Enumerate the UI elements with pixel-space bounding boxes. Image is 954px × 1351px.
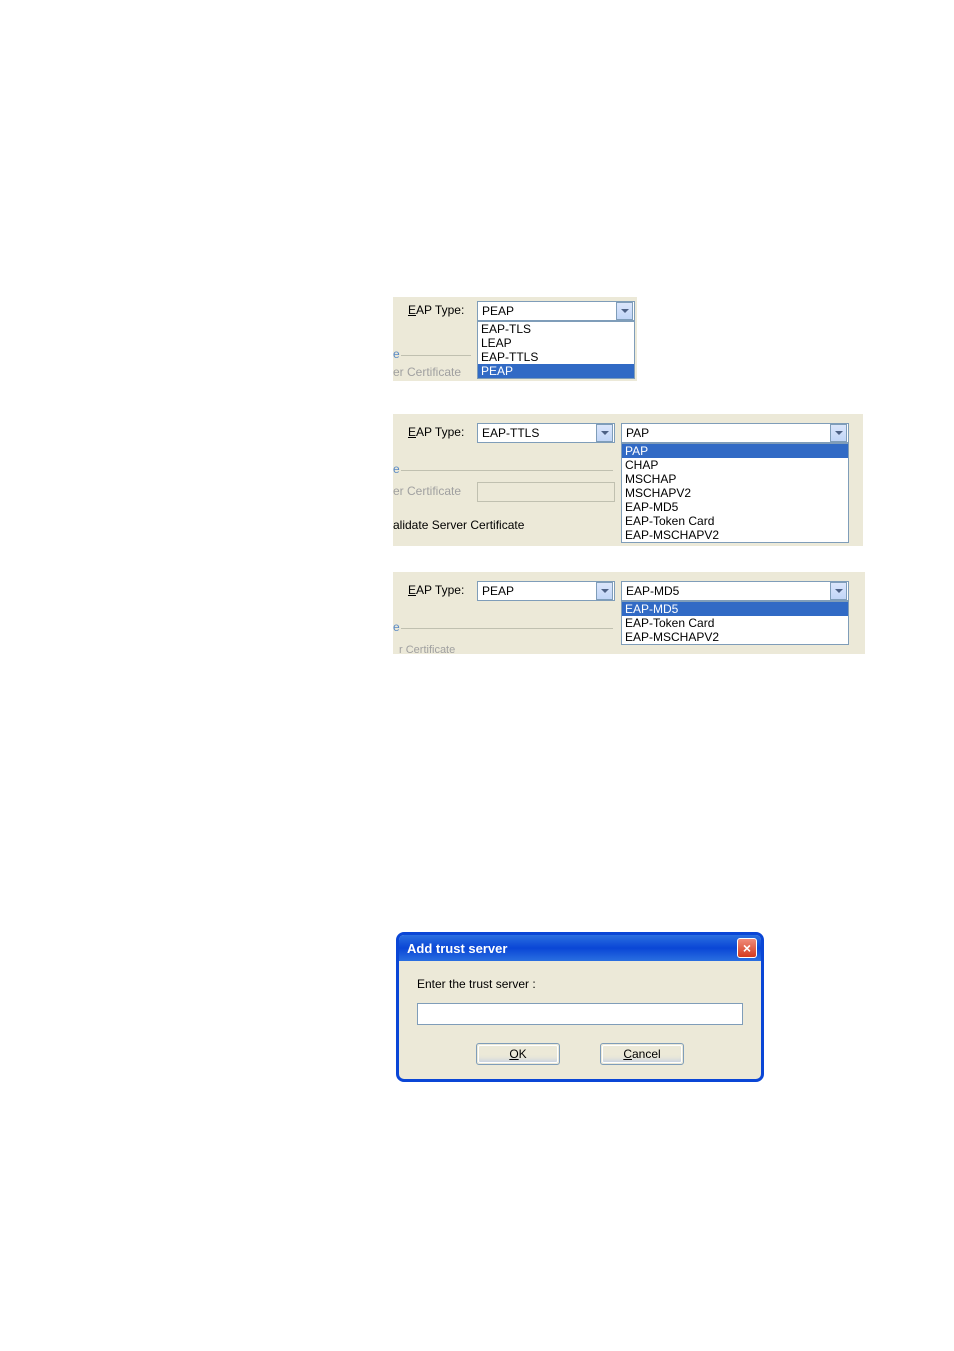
dropdown-button[interactable] <box>830 582 847 600</box>
list-item[interactable]: EAP-MD5 <box>622 500 848 514</box>
dropdown-button[interactable] <box>830 424 847 442</box>
eap-type-value: PEAP <box>482 584 514 598</box>
dialog-prompt: Enter the trust server : <box>417 977 743 991</box>
fragment-text: r Certificate <box>399 644 455 656</box>
list-item[interactable]: EAP-MSCHAPV2 <box>622 630 848 644</box>
list-item[interactable]: LEAP <box>478 336 634 350</box>
row-eap-type: EAP Type: <box>408 303 470 317</box>
fragment-text: e <box>393 462 400 476</box>
fragment-text: e <box>393 347 400 361</box>
list-item-selected[interactable]: EAP-MD5 <box>622 602 848 616</box>
trust-server-input[interactable] <box>417 1003 743 1025</box>
fragment-text: er Certificate <box>393 365 461 379</box>
dropdown-button[interactable] <box>596 424 613 442</box>
inner-auth-list[interactable]: PAP CHAP MSCHAP MSCHAPV2 EAP-MD5 EAP-Tok… <box>621 443 849 543</box>
chevron-down-icon <box>835 589 843 593</box>
dialog-titlebar[interactable]: Add trust server × <box>399 935 761 961</box>
close-icon: × <box>743 941 751 955</box>
eap-type-list[interactable]: EAP-TLS LEAP EAP-TTLS PEAP <box>477 321 635 379</box>
list-item-selected[interactable]: PAP <box>622 444 848 458</box>
list-item[interactable]: EAP-Token Card <box>622 514 848 528</box>
list-item[interactable]: EAP-Token Card <box>622 616 848 630</box>
cancel-button[interactable]: Cancel <box>600 1043 684 1065</box>
inner-auth-value: EAP-MD5 <box>626 584 679 598</box>
fragment-text: er Certificate <box>393 484 461 498</box>
certificate-field <box>477 482 615 502</box>
chevron-down-icon <box>835 431 843 435</box>
eap-type-combo[interactable]: EAP-TTLS <box>477 423 615 443</box>
add-trust-server-dialog: Add trust server × Enter the trust serve… <box>396 932 764 1082</box>
divider <box>401 470 613 471</box>
inner-auth-combo[interactable]: PAP <box>621 423 849 443</box>
eap-type-combo[interactable]: PEAP <box>477 301 635 321</box>
list-item[interactable]: MSCHAP <box>622 472 848 486</box>
eap-type-value: EAP-TTLS <box>482 426 539 440</box>
divider <box>401 628 613 629</box>
list-item-selected[interactable]: PEAP <box>478 364 634 378</box>
panel-eap-peap-md5: EAP Type: PEAP EAP-MD5 EAP-MD5 EAP-Token… <box>393 572 865 654</box>
row-eap-type: EAP Type: <box>408 425 470 439</box>
list-item[interactable]: MSCHAPV2 <box>622 486 848 500</box>
eap-type-value: PEAP <box>482 304 514 318</box>
dropdown-button[interactable] <box>596 582 613 600</box>
panel-eap-peap: EAP Type: PEAP EAP-TLS LEAP EAP-TTLS PEA… <box>393 297 637 381</box>
dialog-body: Enter the trust server : OK Cancel <box>399 961 761 1079</box>
close-button[interactable]: × <box>737 938 757 958</box>
inner-auth-combo[interactable]: EAP-MD5 <box>621 581 849 601</box>
validate-cert-label: alidate Server Certificate <box>393 518 524 532</box>
row-eap-type: EAP Type: <box>408 583 470 597</box>
chevron-down-icon <box>601 589 609 593</box>
list-item[interactable]: EAP-TTLS <box>478 350 634 364</box>
dialog-title: Add trust server <box>407 941 507 956</box>
dialog-button-row: OK Cancel <box>417 1043 743 1065</box>
chevron-down-icon <box>601 431 609 435</box>
list-item[interactable]: EAP-TLS <box>478 322 634 336</box>
ok-button[interactable]: OK <box>476 1043 560 1065</box>
label-eap-type: EAP Type: <box>408 425 470 439</box>
list-item[interactable]: EAP-MSCHAPV2 <box>622 528 848 542</box>
fragment-text: e <box>393 620 400 634</box>
dropdown-button[interactable] <box>616 302 633 320</box>
eap-type-combo[interactable]: PEAP <box>477 581 615 601</box>
label-eap-type: EAP Type: <box>408 303 470 317</box>
inner-auth-list[interactable]: EAP-MD5 EAP-Token Card EAP-MSCHAPV2 <box>621 601 849 645</box>
panel-eap-ttls: EAP Type: EAP-TTLS PAP PAP CHAP MSCHAP M… <box>393 414 863 546</box>
list-item[interactable]: CHAP <box>622 458 848 472</box>
chevron-down-icon <box>621 309 629 313</box>
divider <box>401 355 471 356</box>
inner-auth-value: PAP <box>626 426 649 440</box>
label-eap-type: EAP Type: <box>408 583 470 597</box>
